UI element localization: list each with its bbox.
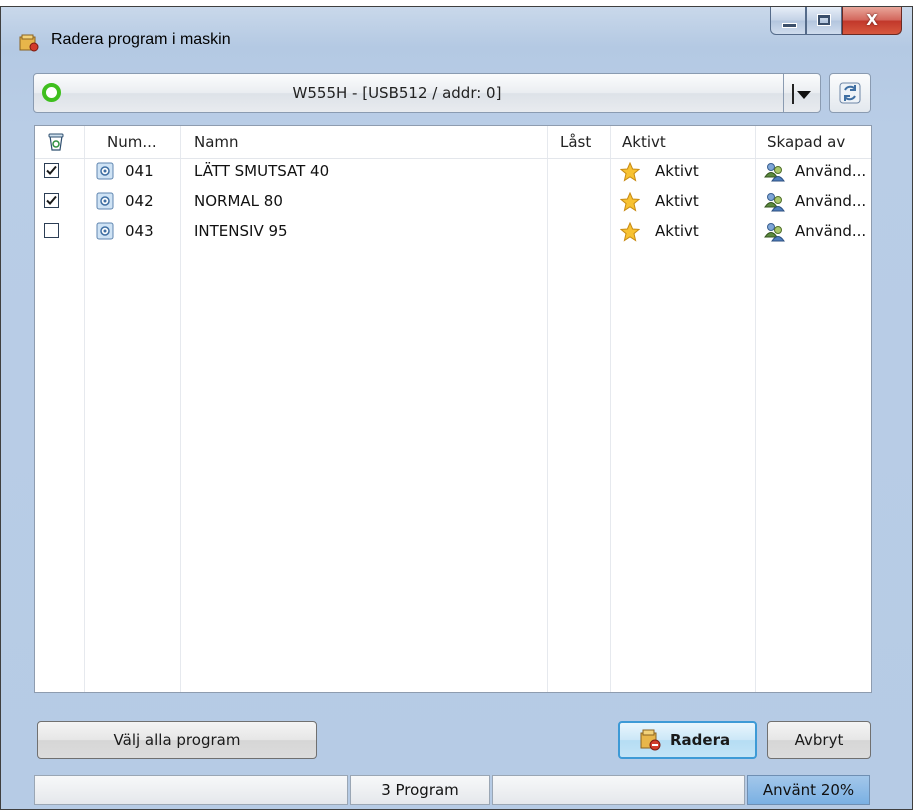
memory-usage: Använt 20% bbox=[747, 775, 870, 805]
row-checkbox[interactable] bbox=[44, 193, 59, 208]
program-count: 3 Program bbox=[350, 775, 490, 805]
window-title: Radera program i maskin bbox=[51, 31, 231, 48]
refresh-button[interactable] bbox=[829, 73, 871, 113]
minimize-button[interactable] bbox=[770, 7, 806, 35]
table-row[interactable]: 043 INTENSIV 95 Aktivt Använd... bbox=[35, 218, 871, 248]
delete-button[interactable]: Radera bbox=[618, 721, 757, 759]
delete-button-label: Radera bbox=[670, 731, 731, 749]
row-checkbox[interactable] bbox=[44, 223, 59, 238]
close-icon: X bbox=[866, 11, 878, 29]
program-active-status: Aktivt bbox=[655, 162, 699, 180]
column-number[interactable]: Num... bbox=[107, 133, 157, 151]
program-icon bbox=[96, 162, 114, 180]
machine-selector[interactable]: W555H - [USB512 / addr: 0] bbox=[33, 73, 821, 113]
machine-name: W555H - [USB512 / addr: 0] bbox=[292, 84, 502, 102]
program-icon bbox=[96, 192, 114, 210]
title-bar[interactable]: Radera program i maskin X bbox=[1, 7, 912, 59]
table-row[interactable]: 041 LÄTT SMUTSAT 40 Aktivt Använd... bbox=[35, 158, 871, 188]
users-icon bbox=[764, 223, 785, 242]
program-active-status: Aktivt bbox=[655, 192, 699, 210]
program-number: 042 bbox=[125, 192, 154, 210]
column-created-by[interactable]: Skapad av bbox=[767, 133, 845, 151]
checkmark-icon bbox=[46, 165, 57, 175]
minimize-icon bbox=[782, 23, 797, 28]
users-icon bbox=[764, 163, 785, 182]
dialog-content: W555H - [USB512 / addr: 0] Num... Namn L… bbox=[21, 59, 903, 805]
star-icon bbox=[620, 192, 640, 212]
program-icon bbox=[96, 222, 114, 240]
table-row[interactable]: 042 NORMAL 80 Aktivt Använd... bbox=[35, 188, 871, 218]
chevron-down-icon bbox=[797, 91, 811, 99]
program-number: 043 bbox=[125, 222, 154, 240]
program-name: LÄTT SMUTSAT 40 bbox=[194, 162, 330, 180]
window-controls: X bbox=[770, 7, 902, 37]
refresh-icon bbox=[839, 82, 861, 104]
maximize-icon bbox=[817, 14, 831, 26]
delete-program-icon bbox=[640, 729, 661, 751]
program-name: NORMAL 80 bbox=[194, 192, 283, 210]
program-name: INTENSIV 95 bbox=[194, 222, 288, 240]
machine-dropdown-button[interactable] bbox=[783, 74, 820, 112]
column-locked[interactable]: Låst bbox=[560, 133, 591, 151]
app-icon bbox=[19, 34, 39, 52]
recycle-bin-icon[interactable] bbox=[48, 133, 64, 151]
program-created-by: Använd... bbox=[795, 162, 867, 180]
users-icon bbox=[764, 193, 785, 212]
star-icon bbox=[620, 222, 640, 242]
status-bar: 3 Program Använt 20% bbox=[34, 775, 872, 805]
column-active[interactable]: Aktivt bbox=[622, 133, 666, 151]
program-active-status: Aktivt bbox=[655, 222, 699, 240]
program-number: 041 bbox=[125, 162, 154, 180]
status-left bbox=[34, 775, 348, 805]
dialog-window: Radera program i maskin X W555H - [USB51… bbox=[0, 6, 913, 810]
star-icon bbox=[620, 162, 640, 182]
program-list[interactable]: Num... Namn Låst Aktivt Skapad av 041 LÄ… bbox=[34, 125, 872, 693]
close-button[interactable]: X bbox=[842, 7, 902, 35]
checkmark-icon bbox=[46, 195, 57, 205]
maximize-button[interactable] bbox=[806, 7, 842, 35]
column-name[interactable]: Namn bbox=[194, 133, 239, 151]
cancel-button[interactable]: Avbryt bbox=[767, 721, 871, 759]
list-header: Num... Namn Låst Aktivt Skapad av bbox=[35, 126, 871, 159]
program-created-by: Använd... bbox=[795, 192, 867, 210]
status-middle bbox=[492, 775, 745, 805]
row-checkbox[interactable] bbox=[44, 163, 59, 178]
program-created-by: Använd... bbox=[795, 222, 867, 240]
select-all-button[interactable]: Välj alla program bbox=[37, 721, 317, 759]
